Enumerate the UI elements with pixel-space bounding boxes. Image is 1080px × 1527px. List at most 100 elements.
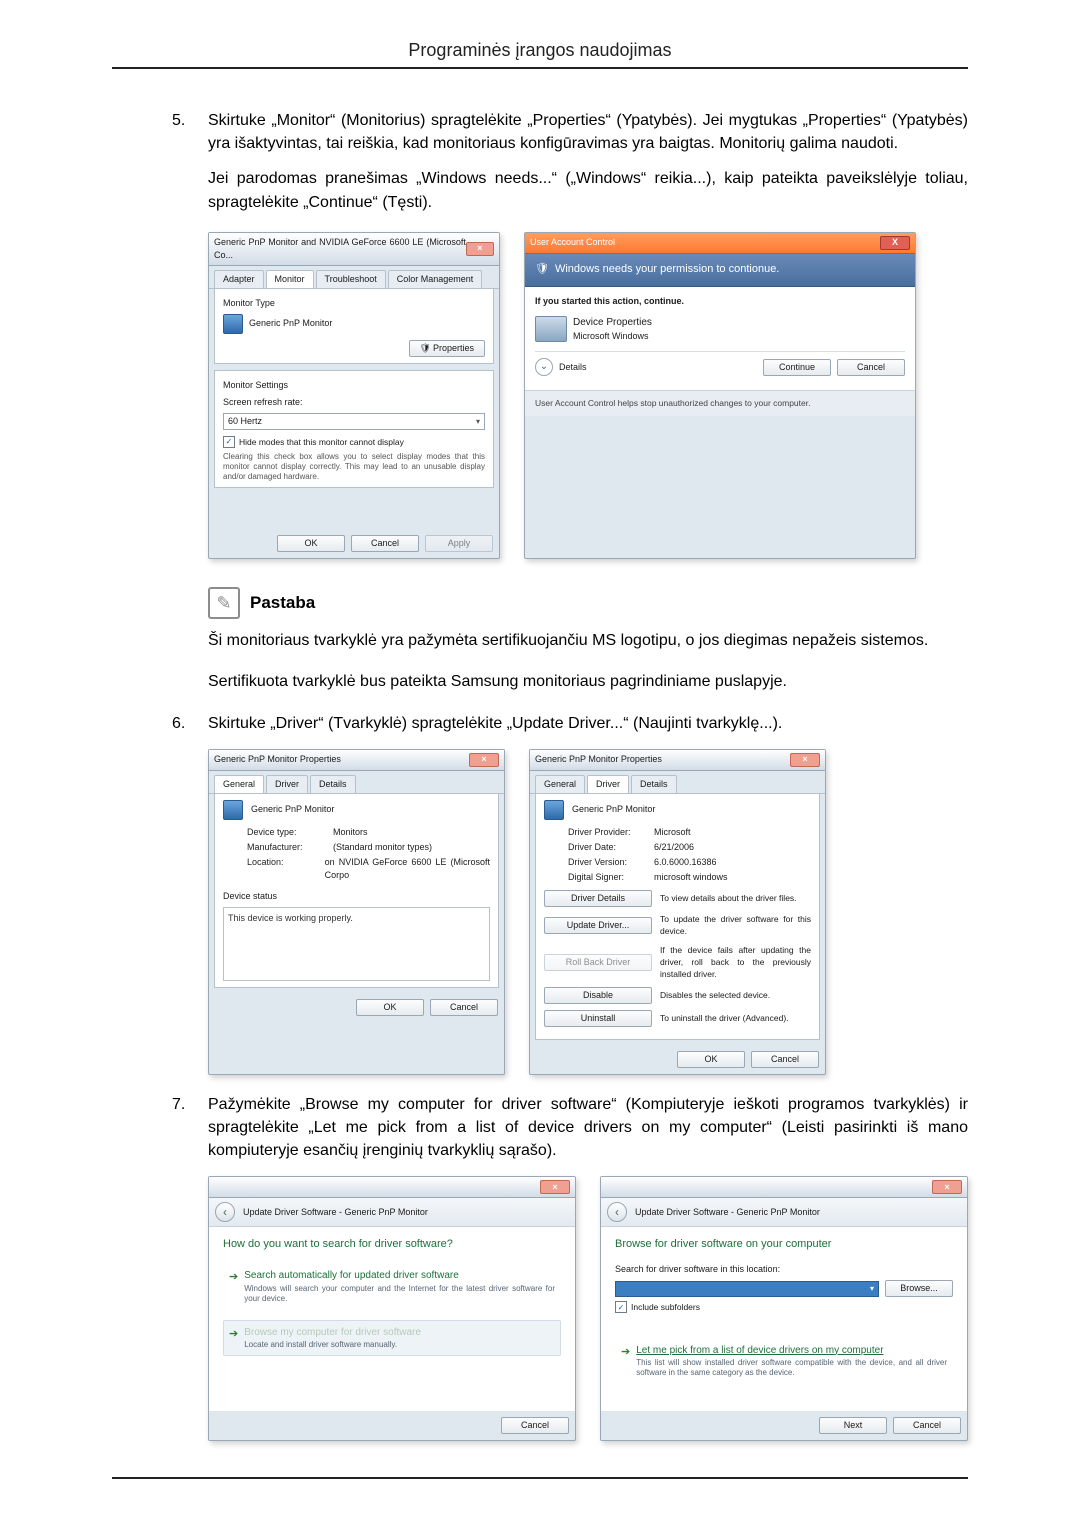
uac-ifyou: If you started this action, continue.	[535, 295, 905, 308]
cancel-button[interactable]: Cancel	[837, 359, 905, 376]
driver-details-desc: To view details about the driver files.	[660, 892, 811, 904]
sign-v: microsoft windows	[654, 871, 728, 884]
arrow-right-icon: ➔	[229, 1327, 238, 1343]
device-properties-general: Generic PnP Monitor Properties × General…	[208, 749, 505, 1075]
date-v: 6/21/2006	[654, 841, 694, 854]
step-5-text: Skirtuke „Monitor“ (Monitorius) spragtel…	[208, 109, 968, 155]
pastaba-p1: Ši monitoriaus tvarkyklė yra pažymėta se…	[208, 629, 968, 652]
disable-desc: Disables the selected device.	[660, 989, 811, 1001]
cancel-button[interactable]: Cancel	[893, 1417, 961, 1434]
step-5-followup: Jei parodomas pranešimas „Windows needs.…	[208, 167, 968, 213]
devprop-title: Generic PnP Monitor Properties	[535, 753, 662, 766]
option-let-me-pick[interactable]: ➔ Let me pick from a list of device driv…	[615, 1338, 953, 1385]
tab-troubleshoot[interactable]: Troubleshoot	[316, 270, 386, 288]
back-icon[interactable]: ‹	[215, 1202, 235, 1222]
step-6: 6. Skirtuke „Driver“ (Tvarkyklė) spragte…	[172, 712, 968, 735]
pick-title: Let me pick from a list of device driver…	[636, 1344, 947, 1359]
tab-general[interactable]: General	[535, 775, 585, 793]
close-icon[interactable]: ×	[466, 242, 494, 256]
monitor-tabs: Adapter Monitor Troubleshoot Color Manag…	[209, 266, 499, 289]
monitor-window-titlebar: Generic PnP Monitor and NVIDIA GeForce 6…	[209, 233, 499, 266]
sign-k: Digital Signer:	[568, 871, 648, 884]
wizard-heading: How do you want to search for driver sof…	[223, 1237, 561, 1253]
chevron-down-icon: ▾	[476, 416, 480, 428]
uac-titlebar: User Account Control X	[525, 233, 915, 254]
ok-button[interactable]: OK	[356, 999, 424, 1016]
monitor-properties-window: Generic PnP Monitor and NVIDIA GeForce 6…	[208, 232, 500, 560]
devprop-titlebar: Generic PnP Monitor Properties ×	[209, 750, 504, 771]
option-search-auto[interactable]: ➔ Search automatically for updated drive…	[223, 1263, 561, 1310]
cancel-button[interactable]: Cancel	[501, 1417, 569, 1434]
cancel-button[interactable]: Cancel	[351, 535, 419, 552]
search-location-label: Search for driver software in this locat…	[615, 1263, 953, 1276]
device-properties-icon	[535, 316, 567, 342]
next-button[interactable]: Next	[819, 1417, 887, 1434]
close-icon[interactable]: ×	[932, 1180, 962, 1194]
device-properties-driver: Generic PnP Monitor Properties × General…	[529, 749, 826, 1075]
back-icon[interactable]: ‹	[607, 1202, 627, 1222]
ok-button[interactable]: OK	[677, 1051, 745, 1068]
monitor-type-panel: Monitor Type Generic PnP Monitor Propert…	[214, 289, 494, 364]
cancel-button[interactable]: Cancel	[430, 999, 498, 1016]
close-icon[interactable]: ×	[790, 753, 820, 767]
arrow-right-icon: ➔	[229, 1270, 238, 1286]
close-icon[interactable]: X	[880, 236, 910, 250]
rollback-driver-button[interactable]: Roll Back Driver	[544, 954, 652, 971]
prov-k: Driver Provider:	[568, 826, 648, 839]
figure-row-2: Generic PnP Monitor Properties × General…	[208, 749, 968, 1075]
step-6-number: 6.	[172, 712, 208, 735]
prov-v: Microsoft	[654, 826, 691, 839]
page-title: Programinės įrangos naudojimas	[112, 40, 968, 69]
refresh-rate-select[interactable]: 60 Hertz ▾	[223, 413, 485, 430]
opt2-sub: Locate and install driver software manua…	[244, 1340, 421, 1350]
monitor-icon	[223, 800, 243, 820]
uninstall-button[interactable]: Uninstall	[544, 1010, 652, 1027]
ver-v: 6.0.6000.16386	[654, 856, 717, 869]
uac-window: User Account Control X 🛡Windows needs yo…	[524, 232, 916, 560]
apply-button[interactable]: Apply	[425, 535, 493, 552]
date-k: Driver Date:	[568, 841, 648, 854]
tab-driver[interactable]: Driver	[266, 775, 308, 793]
wizard-heading: Browse for driver software on your compu…	[615, 1237, 953, 1253]
arrow-right-icon: ➔	[621, 1345, 630, 1361]
close-icon[interactable]: ×	[540, 1180, 570, 1194]
continue-button[interactable]: Continue	[763, 359, 831, 376]
tab-monitor[interactable]: Monitor	[266, 270, 314, 288]
tab-color-management[interactable]: Color Management	[388, 270, 483, 288]
opt1-title: Search automatically for updated driver …	[244, 1269, 555, 1284]
update-driver-wizard-browse: × ‹ Update Driver Software - Generic PnP…	[600, 1176, 968, 1441]
manuf-k: Manufacturer:	[247, 841, 327, 854]
option-browse-computer[interactable]: ➔ Browse my computer for driver software…	[223, 1320, 561, 1357]
tab-general[interactable]: General	[214, 775, 264, 793]
tab-adapter[interactable]: Adapter	[214, 270, 264, 288]
opt2-title: Browse my computer for driver software	[244, 1326, 421, 1341]
ver-k: Driver Version:	[568, 856, 648, 869]
location-combobox[interactable]: ▾	[615, 1281, 879, 1297]
tab-details[interactable]: Details	[631, 775, 677, 793]
driver-details-button[interactable]: Driver Details	[544, 890, 652, 907]
ok-button[interactable]: OK	[277, 535, 345, 552]
step-5-number: 5.	[172, 109, 208, 155]
devprop-titlebar: Generic PnP Monitor Properties ×	[530, 750, 825, 771]
cancel-button[interactable]: Cancel	[751, 1051, 819, 1068]
monitor-window-title: Generic PnP Monitor and NVIDIA GeForce 6…	[214, 236, 466, 262]
update-driver-button[interactable]: Update Driver...	[544, 917, 652, 934]
disable-button[interactable]: Disable	[544, 987, 652, 1004]
close-icon[interactable]: ×	[469, 753, 499, 767]
chevron-down-icon[interactable]: ⌄	[535, 358, 553, 376]
note-icon: ✎	[208, 587, 240, 619]
wizard-breadcrumb: Update Driver Software - Generic PnP Mon…	[635, 1206, 820, 1219]
step-7-text: Pažymėkite „Browse my computer for drive…	[208, 1093, 968, 1163]
refresh-rate-value: 60 Hertz	[228, 415, 262, 428]
tab-details[interactable]: Details	[310, 775, 356, 793]
include-subfolders-checkbox[interactable]: ✓	[615, 1301, 627, 1313]
uninstall-desc: To uninstall the driver (Advanced).	[660, 1012, 811, 1024]
browse-button[interactable]: Browse...	[885, 1280, 953, 1297]
refresh-rate-label: Screen refresh rate:	[223, 396, 485, 409]
tab-driver[interactable]: Driver	[587, 775, 629, 793]
properties-button[interactable]: Properties	[409, 340, 485, 357]
monitor-dialog-buttons: OK Cancel Apply	[209, 529, 499, 558]
hide-modes-checkbox[interactable]: ✓	[223, 436, 235, 448]
figure-row-3: × ‹ Update Driver Software - Generic PnP…	[208, 1176, 968, 1441]
device-status-box: This device is working properly.	[223, 907, 490, 981]
